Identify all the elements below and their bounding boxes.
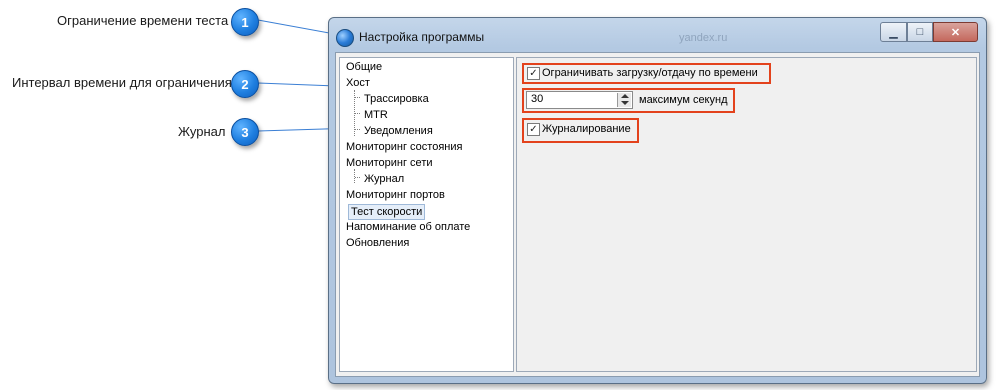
globe-icon <box>336 29 354 47</box>
spin-up-icon[interactable] <box>621 94 629 98</box>
callout-label-1: Ограничение времени теста <box>57 13 229 28</box>
window-title: Настройка программы <box>359 30 485 44</box>
limit-time-label[interactable]: Ограничивать загрузку/отдачу по времени <box>542 67 758 79</box>
interval-number-field[interactable]: 30 <box>526 91 633 109</box>
callout-label-3: Журнал <box>178 124 226 139</box>
callout-badge-3: 3 <box>231 118 259 146</box>
tree-item-network-monitoring[interactable]: Мониторинг сети <box>346 156 433 170</box>
close-button[interactable]: ✕ <box>933 22 978 42</box>
checkmark-icon: ✓ <box>529 68 538 79</box>
callout-label-2: Интервал времени для ограничения <box>12 75 232 90</box>
title-bar[interactable]: Настройка программы yandex.ru ▁ □ ✕ <box>329 18 986 52</box>
settings-window: Настройка программы yandex.ru ▁ □ ✕ Общи… <box>328 17 987 384</box>
title-ghost-text: yandex.ru <box>679 32 728 44</box>
window-client-area: Общие Хост Трассировка MTR Уведомления М… <box>335 52 980 377</box>
tree-item-log[interactable]: Журнал <box>364 172 404 186</box>
tree-item-speed-test[interactable]: Тест скорости <box>348 204 426 220</box>
tree-item-payment-reminder[interactable]: Напоминание об оплате <box>346 220 470 234</box>
tree-guide-branch <box>355 113 360 114</box>
tree-item-port-monitoring[interactable]: Мониторинг портов <box>346 188 445 202</box>
tree-item-host[interactable]: Хост <box>346 76 370 90</box>
spin-down-icon[interactable] <box>621 101 629 105</box>
tree-guide-branch <box>355 177 360 178</box>
logging-checkbox[interactable]: ✓ <box>527 123 540 136</box>
tree-guide-branch <box>355 97 360 98</box>
interval-spinner[interactable] <box>617 93 631 107</box>
tree-item-updates[interactable]: Обновления <box>346 236 409 250</box>
settings-tree[interactable]: Общие Хост Трассировка MTR Уведомления М… <box>339 57 514 372</box>
minimize-icon: ▁ <box>889 26 898 39</box>
callout-badge-2: 2 <box>231 70 259 98</box>
tree-item-mtr[interactable]: MTR <box>364 108 388 122</box>
checkmark-icon: ✓ <box>529 124 538 135</box>
callout-badge-1: 1 <box>231 8 259 36</box>
tree-item-state-monitoring[interactable]: Мониторинг состояния <box>346 140 462 154</box>
maximize-icon: □ <box>916 26 924 38</box>
close-icon: ✕ <box>950 26 961 39</box>
tree-guide-network <box>354 169 355 183</box>
minimize-button[interactable]: ▁ <box>880 22 907 42</box>
interval-unit-label: максимум секунд <box>639 94 728 106</box>
speed-test-settings-panel: ✓ Ограничивать загрузку/отдачу по времен… <box>516 57 977 372</box>
tree-guide-branch <box>355 129 360 130</box>
tree-item-general[interactable]: Общие <box>346 60 382 74</box>
tree-item-trace[interactable]: Трассировка <box>364 92 429 106</box>
tree-item-notifications[interactable]: Уведомления <box>364 124 433 138</box>
interval-value: 30 <box>531 93 544 105</box>
logging-label[interactable]: Журналирование <box>542 123 631 135</box>
limit-time-checkbox[interactable]: ✓ <box>527 67 540 80</box>
maximize-button[interactable]: □ <box>907 22 933 42</box>
